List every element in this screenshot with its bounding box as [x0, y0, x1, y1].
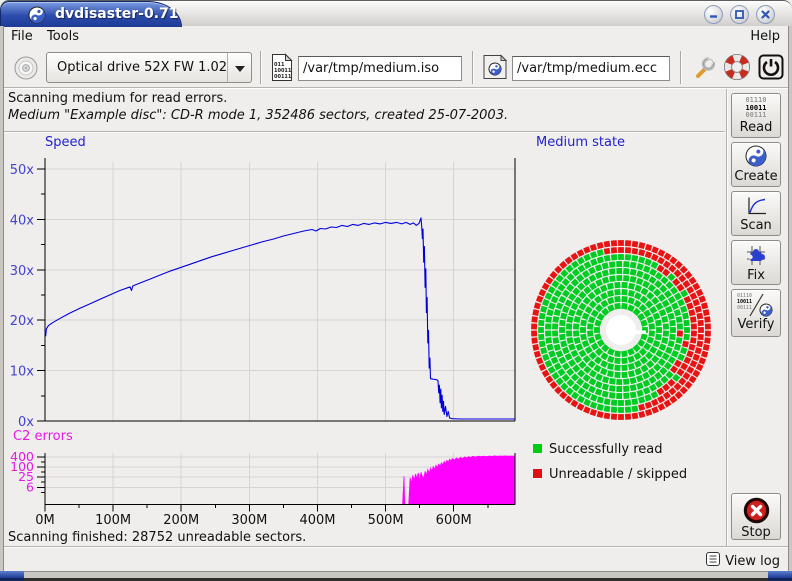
sidebar-separator — [726, 89, 728, 547]
menu-help[interactable]: Help — [750, 29, 780, 44]
medium-state-title: Medium state — [536, 135, 625, 150]
svg-text:600M: 600M — [436, 513, 472, 528]
ecc-file-icon — [482, 54, 508, 81]
svg-text:400M: 400M — [299, 513, 335, 528]
fix-puzzle-icon — [744, 244, 768, 267]
separator — [4, 131, 725, 133]
maximize-button[interactable] — [730, 5, 749, 24]
read-button[interactable]: 01110 10011 00111 Read — [731, 93, 781, 138]
drive-select[interactable]: Optical drive 52X FW 1.02 — [46, 52, 252, 83]
svg-text:40x: 40x — [10, 213, 35, 228]
ecc-path-input[interactable] — [512, 56, 670, 81]
app-window: dvdisaster-0.71 File Tools Help Optical … — [0, 0, 792, 581]
toolbar-separator — [680, 51, 682, 84]
svg-text:6: 6 — [26, 479, 34, 494]
verify-yinyang-icon — [759, 303, 773, 317]
svg-text:500M: 500M — [368, 513, 404, 528]
view-log-toggle[interactable]: View log — [705, 551, 780, 569]
legend-green-square-icon — [533, 444, 542, 453]
speed-chart: 0x 10x 20x 30x 40x 50x — [4, 152, 528, 440]
svg-text:100M: 100M — [95, 513, 131, 528]
log-list-icon — [705, 551, 722, 568]
svg-text:30x: 30x — [10, 264, 35, 279]
read-icon-line: 00111 — [732, 112, 780, 120]
medium-state-disc — [528, 235, 718, 425]
svg-text:10x: 10x — [10, 365, 35, 380]
status-message: Scanning medium for read errors. — [8, 91, 227, 106]
create-yinyang-icon — [745, 145, 767, 167]
window-title: dvdisaster-0.71 — [55, 6, 179, 22]
stop-button[interactable]: Stop — [731, 493, 781, 540]
legend-unreadable: Unreadable / skipped — [533, 467, 687, 482]
toolbar: Optical drive 52X FW 1.02 011 10011 0011… — [4, 47, 788, 88]
svg-text:300M: 300M — [231, 513, 267, 528]
svg-text:0x: 0x — [18, 415, 34, 430]
svg-text:50x: 50x — [10, 163, 35, 178]
chevron-down-icon — [235, 66, 245, 72]
minimize-icon — [707, 8, 720, 21]
verify-button[interactable]: 01110 10011 00111 Verify — [731, 289, 781, 337]
scan-button[interactable]: Scan — [731, 191, 781, 236]
iso-path-input[interactable] — [298, 56, 462, 81]
window-border — [788, 26, 792, 571]
legend-successfully-read: Successfully read — [533, 442, 662, 457]
speed-chart-title: Speed — [45, 135, 86, 150]
scan-result-status: Scanning finished: 28752 unreadable sect… — [8, 530, 306, 545]
scan-chart-icon — [744, 195, 768, 217]
window-border — [0, 26, 4, 571]
toolbar-separator — [260, 51, 262, 84]
medium-info: Medium "Example disc": CD-R mode 1, 3524… — [8, 108, 508, 123]
menu-tools[interactable]: Tools — [47, 29, 79, 44]
drive-select-value: Optical drive 52X FW 1.02 — [57, 60, 227, 75]
stop-icon — [743, 497, 770, 524]
titlebar-tab: dvdisaster-0.71 — [0, 1, 182, 27]
titlebar: dvdisaster-0.71 — [0, 0, 792, 26]
quit-power-icon[interactable] — [757, 53, 785, 81]
menu-file[interactable]: File — [11, 29, 33, 44]
app-yinyang-icon — [28, 6, 46, 24]
fix-button[interactable]: Fix — [731, 240, 781, 285]
viewlog-bar: View log — [4, 548, 788, 571]
menubar: File Tools Help — [4, 27, 788, 47]
svg-text:200M: 200M — [163, 513, 199, 528]
close-icon — [759, 8, 772, 21]
resize-corner[interactable] — [0, 571, 24, 581]
cd-drive-icon — [12, 54, 40, 82]
resize-corner[interactable] — [768, 571, 792, 581]
legend-red-square-icon — [533, 469, 542, 478]
help-lifesaver-icon[interactable] — [723, 53, 751, 81]
window-border[interactable] — [0, 571, 792, 581]
iso-image-icon: 011 10011 00111 — [271, 53, 293, 82]
svg-text:20x: 20x — [10, 314, 35, 329]
close-button[interactable] — [756, 5, 775, 24]
toolbar-separator — [472, 51, 474, 84]
verify-icon: 01110 10011 00111 — [732, 292, 780, 319]
create-button[interactable]: Create — [731, 142, 781, 187]
drive-select-arrow-box[interactable] — [227, 53, 251, 82]
svg-text:00111: 00111 — [274, 74, 292, 80]
preferences-wrench-icon[interactable] — [690, 53, 718, 81]
maximize-icon — [733, 8, 746, 21]
minimize-button[interactable] — [704, 5, 723, 24]
svg-text:0M: 0M — [35, 513, 55, 528]
